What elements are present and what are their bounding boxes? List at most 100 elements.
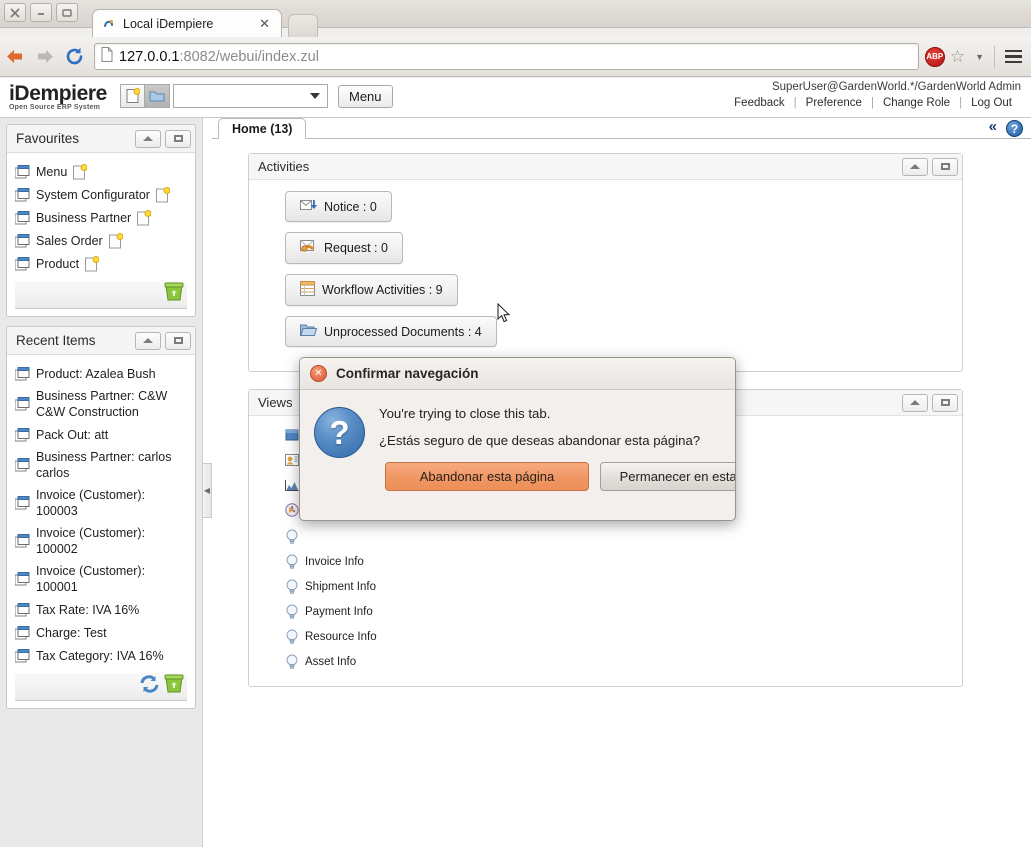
activity-row: Unprocessed Documents : 4: [249, 316, 962, 357]
confirm-navigation-dialog: ✕ Confirmar navegación ? You're trying t…: [299, 357, 736, 521]
user-info-label: SuperUser@GardenWorld.*/GardenWorld Admi…: [772, 81, 1021, 93]
recent-maximize-button[interactable]: [165, 332, 191, 350]
close-icon[interactable]: ✕: [256, 16, 273, 32]
window-icon: [15, 188, 30, 202]
workflow-activities-button-label: Workflow Activities : 9: [322, 283, 443, 297]
views-maximize-button[interactable]: [932, 394, 958, 412]
recent-collapse-button[interactable]: [135, 332, 161, 350]
idempiere-favicon: [101, 16, 117, 32]
forward-button[interactable]: [30, 42, 60, 72]
stay-on-page-button[interactable]: Permanecer en esta página: [600, 462, 736, 491]
close-icon[interactable]: ✕: [310, 365, 327, 382]
bulb-icon: [285, 554, 299, 569]
help-icon[interactable]: ?: [1006, 120, 1023, 137]
activities-collapse-button[interactable]: [902, 158, 928, 176]
note-icon[interactable]: [109, 233, 123, 249]
window-icon: [15, 458, 30, 472]
note-icon[interactable]: [156, 187, 170, 203]
list-item[interactable]: [249, 524, 962, 549]
unprocessed-documents-button[interactable]: Unprocessed Documents : 4: [285, 316, 497, 347]
list-item[interactable]: Invoice (Customer): 100001: [7, 560, 195, 598]
dialog-actions: Abandonar esta página Permanecer en esta…: [379, 448, 736, 491]
feedback-link[interactable]: Feedback: [725, 97, 794, 109]
views-collapse-button[interactable]: [902, 394, 928, 412]
menu-button[interactable]: Menu: [338, 85, 393, 108]
log-out-link[interactable]: Log Out: [962, 97, 1021, 109]
workflow-activities-button[interactable]: Workflow Activities : 9: [285, 274, 458, 306]
change-role-link[interactable]: Change Role: [874, 97, 959, 109]
sidebar-collapse-handle[interactable]: ◀: [203, 463, 212, 518]
list-item[interactable]: Business Partner: carlos carlos: [7, 446, 195, 484]
note-icon[interactable]: [85, 256, 99, 272]
collapse-all-icon[interactable]: «: [989, 119, 997, 135]
list-item[interactable]: Menu: [7, 160, 195, 183]
request-button[interactable]: Request : 0: [285, 232, 403, 264]
list-item-label: Pack Out: att: [36, 427, 108, 443]
list-item-label: Sales Order: [36, 233, 103, 249]
list-item[interactable]: Invoice (Customer): 100002: [7, 522, 195, 560]
recent-items-list: Product: Azalea Bush Business Partner: C…: [7, 355, 195, 667]
preference-link[interactable]: Preference: [797, 97, 871, 109]
tab-home[interactable]: Home (13): [218, 118, 306, 139]
list-item[interactable]: Payment Info: [249, 599, 962, 624]
favourites-maximize-button[interactable]: [165, 130, 191, 148]
chevron-down-icon[interactable]: ▼: [965, 52, 994, 62]
window-icon: [15, 534, 30, 548]
notice-button[interactable]: Notice : 0: [285, 191, 392, 222]
bulb-icon: [285, 529, 299, 544]
open-folder-icon[interactable]: [145, 84, 170, 108]
maximize-icon: [174, 337, 183, 344]
leave-page-button[interactable]: Abandonar esta página: [385, 462, 589, 491]
window-icon: [15, 211, 30, 225]
list-item[interactable]: Tax Rate: IVA 16%: [7, 598, 195, 621]
window-icon: [15, 234, 30, 248]
global-search-combo[interactable]: [173, 84, 328, 108]
notice-button-label: Notice : 0: [324, 200, 377, 214]
activities-card-header: Activities: [249, 154, 962, 180]
menu-hamburger-icon[interactable]: [995, 50, 1031, 64]
list-item-label: Tax Category: IVA 16%: [36, 648, 164, 664]
refresh-icon[interactable]: [139, 674, 160, 699]
favourites-title: Favourites: [16, 131, 131, 146]
note-icon[interactable]: [137, 210, 151, 226]
list-item[interactable]: Resource Info: [249, 624, 962, 649]
list-item[interactable]: Sales Order: [7, 229, 195, 252]
recycle-bin-icon[interactable]: [163, 282, 185, 307]
bookmark-star-icon[interactable]: ☆: [950, 47, 965, 67]
list-item[interactable]: Pack Out: att: [7, 423, 195, 446]
list-item[interactable]: Business Partner: C&W C&W Construction: [7, 385, 195, 423]
list-item[interactable]: Invoice Info: [249, 549, 962, 574]
list-item[interactable]: Business Partner: [7, 206, 195, 229]
chevron-down-icon: [310, 93, 320, 99]
favourites-collapse-button[interactable]: [135, 130, 161, 148]
note-icon[interactable]: [73, 164, 87, 180]
new-tab-button[interactable]: [288, 14, 318, 37]
adblock-plus-icon[interactable]: ABP: [925, 47, 945, 67]
activities-card: Activities: [248, 153, 963, 372]
list-item[interactable]: Tax Category: IVA 16%: [7, 644, 195, 667]
list-item[interactable]: Charge: Test: [7, 621, 195, 644]
recent-items-title: Recent Items: [16, 333, 131, 348]
list-item[interactable]: Asset Info: [249, 649, 962, 674]
list-item-label: Payment Info: [305, 606, 373, 618]
favourites-list: Menu System Configurator Business Partne…: [7, 153, 195, 275]
list-item-label: Invoice (Customer): 100001: [36, 563, 187, 595]
window-icon: [15, 428, 30, 442]
list-item[interactable]: Shipment Info: [249, 574, 962, 599]
workflow-icon: [300, 281, 315, 299]
list-item[interactable]: System Configurator: [7, 183, 195, 206]
list-item[interactable]: Product: Azalea Bush: [7, 362, 195, 385]
browser-tab[interactable]: Local iDempiere ✕: [92, 9, 282, 37]
address-bar[interactable]: 127.0.0.1:8082/webui/index.zul: [94, 43, 919, 70]
reload-button[interactable]: [60, 42, 90, 72]
activities-maximize-button[interactable]: [932, 158, 958, 176]
list-item[interactable]: Product: [7, 252, 195, 275]
blue-box-icon: [285, 428, 299, 445]
recycle-bin-icon[interactable]: [163, 674, 185, 699]
list-item[interactable]: Invoice (Customer): 100003: [7, 484, 195, 522]
favourites-panel-footer: [15, 281, 187, 309]
list-item-label: Invoice Info: [305, 556, 364, 568]
back-button[interactable]: [0, 42, 30, 72]
new-record-icon[interactable]: [120, 84, 145, 108]
list-item-label: Business Partner: C&W C&W Construction: [36, 388, 187, 420]
